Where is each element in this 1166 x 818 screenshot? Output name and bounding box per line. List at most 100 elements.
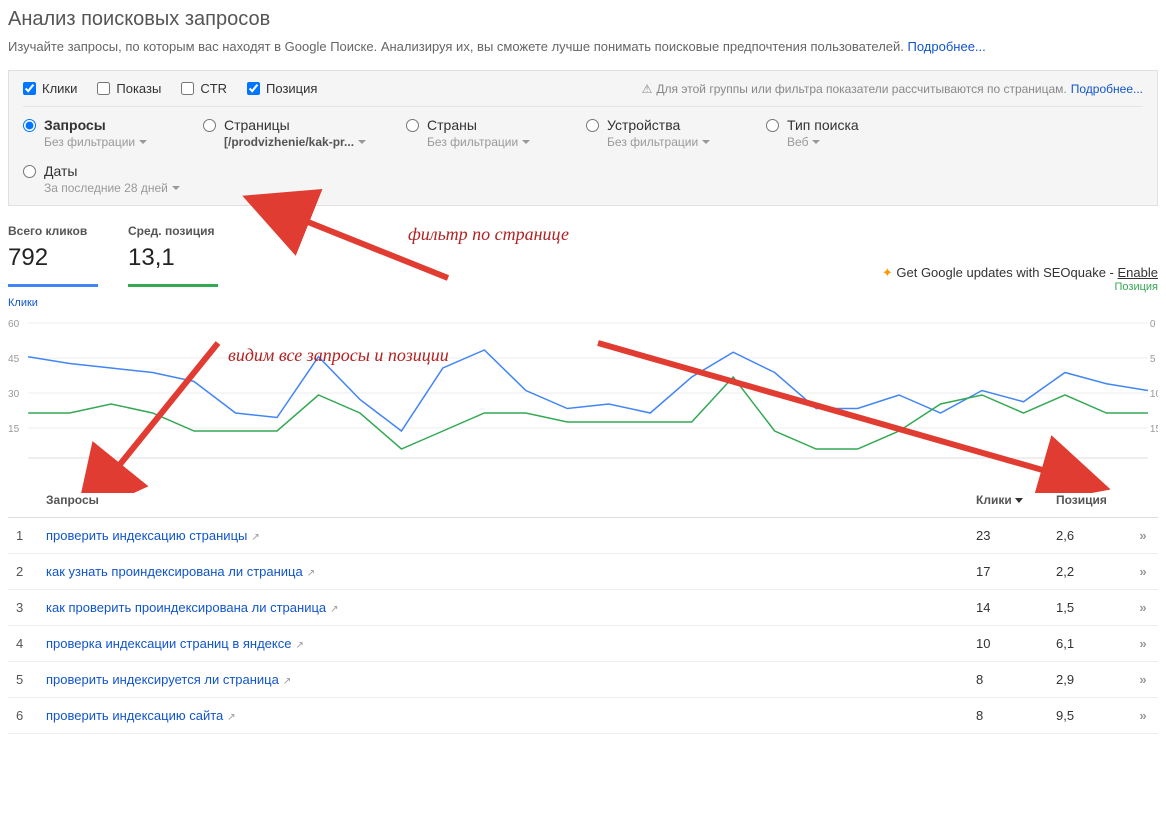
countries-label: Страны bbox=[427, 117, 530, 133]
row-position: 1,5 bbox=[1048, 590, 1128, 626]
row-more-icon[interactable]: » bbox=[1128, 590, 1158, 626]
table-row: 3 как проверить проиндексирована ли стра… bbox=[8, 590, 1158, 626]
row-index: 3 bbox=[8, 590, 38, 626]
svg-text:15: 15 bbox=[1150, 424, 1158, 435]
svg-text:0: 0 bbox=[1150, 319, 1156, 330]
notice-text: Для этой группы или фильтра показатели р… bbox=[656, 82, 1066, 96]
query-link[interactable]: проверить индексацию сайта bbox=[46, 708, 223, 723]
position-checkbox[interactable] bbox=[247, 82, 260, 95]
queries-sub[interactable]: Без фильтрации bbox=[44, 135, 147, 149]
impressions-label: Показы bbox=[116, 81, 161, 96]
axis-labels: Клики bbox=[8, 297, 1158, 309]
query-link[interactable]: проверка индексации страниц в яндексе bbox=[46, 636, 291, 651]
seoquake-banner: ✦ Get Google updates with SEOquake - Ena… bbox=[882, 265, 1158, 293]
row-position: 2,6 bbox=[1048, 518, 1128, 554]
table-row: 2 как узнать проиндексирована ли страниц… bbox=[8, 554, 1158, 590]
external-link-icon[interactable]: ↗ bbox=[283, 676, 291, 687]
row-clicks: 10 bbox=[968, 626, 1048, 662]
stat-clicks-value: 792 bbox=[8, 244, 98, 272]
row-index: 2 bbox=[8, 554, 38, 590]
line-position bbox=[28, 377, 1148, 449]
svg-text:10: 10 bbox=[1150, 389, 1158, 400]
query-link[interactable]: проверить индексируется ли страница bbox=[46, 672, 279, 687]
row-clicks: 8 bbox=[968, 698, 1048, 734]
svg-text:5: 5 bbox=[1150, 354, 1156, 365]
row-clicks: 17 bbox=[968, 554, 1048, 590]
axis-left-label: Клики bbox=[8, 297, 38, 309]
svg-text:60: 60 bbox=[8, 319, 20, 330]
search-type-radio[interactable] bbox=[766, 119, 779, 132]
external-link-icon[interactable]: ↗ bbox=[330, 604, 338, 615]
chevron-down-icon bbox=[702, 140, 710, 144]
external-link-icon[interactable]: ↗ bbox=[227, 712, 235, 723]
table-row: 5 проверить индексируется ли страница↗ 8… bbox=[8, 662, 1158, 698]
external-link-icon[interactable]: ↗ bbox=[295, 640, 303, 651]
devices-radio[interactable] bbox=[586, 119, 599, 132]
filter-dates[interactable]: Даты За последние 28 дней bbox=[23, 163, 1143, 195]
row-more-icon[interactable]: » bbox=[1128, 554, 1158, 590]
col-position[interactable]: Позиция bbox=[1048, 483, 1128, 518]
gridlines bbox=[28, 323, 1148, 458]
row-more-icon[interactable]: » bbox=[1128, 662, 1158, 698]
filter-pages[interactable]: Страницы [/prodvizhenie/kak-pr... bbox=[203, 117, 366, 149]
notice: ⚠ Для этой группы или фильтра показатели… bbox=[642, 82, 1143, 96]
col-query[interactable]: Запросы bbox=[38, 483, 968, 518]
ctr-checkbox[interactable] bbox=[181, 82, 194, 95]
row-position: 9,5 bbox=[1048, 698, 1128, 734]
stat-clicks: Всего кликов 792 bbox=[8, 224, 98, 287]
row-more-icon[interactable]: » bbox=[1128, 698, 1158, 734]
clicks-checkbox[interactable] bbox=[23, 82, 36, 95]
row-more-icon[interactable]: » bbox=[1128, 626, 1158, 662]
dates-radio[interactable] bbox=[23, 165, 36, 178]
chart-svg: 60 45 30 15 0 5 10 15 bbox=[8, 313, 1158, 463]
row-query: проверить индексацию сайта ↗ bbox=[38, 698, 968, 734]
chevron-down-icon bbox=[358, 140, 366, 144]
learn-more-link[interactable]: Подробнее... bbox=[908, 39, 986, 54]
clicks-label: Клики bbox=[42, 81, 77, 96]
seoquake-enable-link[interactable]: Enable bbox=[1118, 265, 1158, 280]
external-link-icon[interactable]: ↗ bbox=[307, 568, 315, 579]
external-link-icon[interactable]: ↗ bbox=[251, 532, 259, 543]
filter-queries[interactable]: Запросы Без фильтрации bbox=[23, 117, 163, 149]
filter-countries[interactable]: Страны Без фильтрации bbox=[406, 117, 546, 149]
row-more-icon[interactable]: » bbox=[1128, 518, 1158, 554]
query-link[interactable]: как узнать проиндексирована ли страница bbox=[46, 564, 303, 579]
row-query: как узнать проиндексирована ли страница ↗ bbox=[38, 554, 968, 590]
table-row: 4 проверка индексации страниц в яндексе↗… bbox=[8, 626, 1158, 662]
query-link[interactable]: проверить индексацию страницы bbox=[46, 528, 247, 543]
pages-radio[interactable] bbox=[203, 119, 216, 132]
query-link[interactable]: как проверить проиндексирована ли страни… bbox=[46, 600, 326, 615]
metric-impressions[interactable]: Показы bbox=[97, 81, 161, 96]
filter-panel: Клики Показы CTR Позиция ⚠ Для этой груп… bbox=[8, 70, 1158, 206]
stat-position-underline bbox=[128, 284, 218, 287]
metric-clicks[interactable]: Клики bbox=[23, 81, 77, 96]
row-index: 6 bbox=[8, 698, 38, 734]
stat-position-label: Сред. позиция bbox=[128, 224, 218, 238]
dates-sub[interactable]: За последние 28 дней bbox=[44, 181, 180, 195]
pages-sub[interactable]: [/prodvizhenie/kak-pr... bbox=[224, 135, 366, 149]
impressions-checkbox[interactable] bbox=[97, 82, 110, 95]
filter-search-type[interactable]: Тип поиска Веб bbox=[766, 117, 906, 149]
line-clicks bbox=[28, 350, 1148, 431]
countries-sub[interactable]: Без фильтрации bbox=[427, 135, 530, 149]
notice-link[interactable]: Подробнее... bbox=[1071, 82, 1143, 96]
metric-position[interactable]: Позиция bbox=[247, 81, 317, 96]
filter-devices[interactable]: Устройства Без фильтрации bbox=[586, 117, 726, 149]
page-description: Изучайте запросы, по которым вас находят… bbox=[8, 39, 1158, 54]
countries-radio[interactable] bbox=[406, 119, 419, 132]
metric-ctr[interactable]: CTR bbox=[181, 81, 227, 96]
row-query: как проверить проиндексирована ли страни… bbox=[38, 590, 968, 626]
col-clicks[interactable]: Клики bbox=[968, 483, 1048, 518]
stat-clicks-underline bbox=[8, 284, 98, 287]
table-row: 1 проверить индексацию страницы↗ 23 2,6 … bbox=[8, 518, 1158, 554]
devices-sub[interactable]: Без фильтрации bbox=[607, 135, 710, 149]
pages-label: Страницы bbox=[224, 117, 366, 133]
row-clicks: 8 bbox=[968, 662, 1048, 698]
results-table: Запросы Клики Позиция 1 проверить индекс… bbox=[8, 483, 1158, 734]
search-type-sub[interactable]: Веб bbox=[787, 135, 859, 149]
search-type-label: Тип поиска bbox=[787, 117, 859, 133]
filters-row: Запросы Без фильтрации Страницы [/prodvi… bbox=[23, 117, 1143, 195]
row-position: 2,2 bbox=[1048, 554, 1128, 590]
table-row: 6 проверить индексацию сайта ↗ 8 9,5 » bbox=[8, 698, 1158, 734]
queries-radio[interactable] bbox=[23, 119, 36, 132]
